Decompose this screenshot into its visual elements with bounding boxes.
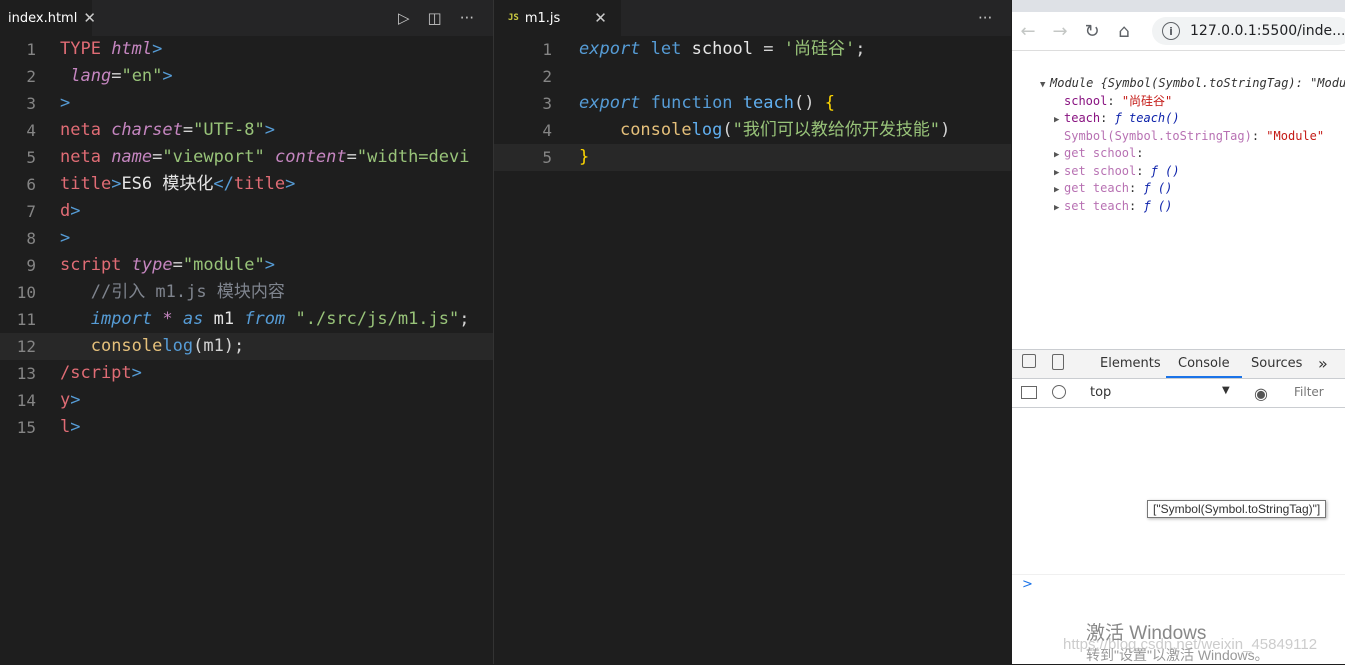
code-line: 3 >	[26, 93, 71, 113]
console-prop[interactable]: ▶ get school:	[1012, 145, 1345, 163]
code-line: 3 export function teach() {	[542, 93, 835, 113]
editor-tab-bar: JS m1.js ✕ ···	[494, 0, 1011, 36]
tab-index-html[interactable]: index.html ✕	[0, 0, 96, 36]
code-line: 9 script type="module">	[26, 255, 275, 275]
code-line: 4 consolelog("我们可以教给你开发技能")	[542, 120, 951, 140]
forward-icon[interactable]: →	[1044, 21, 1076, 42]
context-selector[interactable]: top	[1090, 385, 1111, 400]
code-line: 14 y>	[16, 390, 81, 410]
code-line: 7 d>	[26, 201, 81, 221]
editor-actions: ···	[960, 0, 992, 36]
eye-icon[interactable]: ◉	[1254, 384, 1268, 403]
editor-m1-js[interactable]: JS m1.js ✕ ··· 1 export let school = '尚硅谷…	[494, 0, 1011, 664]
console-prop: Symbol(Symbol.toStringTag): "Module"	[1064, 128, 1325, 143]
code-line: 11 import * as m1 from "./src/js/m1.js";	[16, 309, 470, 329]
back-icon[interactable]: ←	[1012, 21, 1044, 42]
code-line: 1 export let school = '尚硅谷';	[542, 39, 866, 59]
browser-tab-strip[interactable]	[1012, 0, 1345, 12]
close-icon[interactable]: ✕	[83, 9, 96, 27]
code-line: 13/script>	[16, 363, 142, 383]
run-icon[interactable]: ▷	[398, 9, 410, 27]
code-line: 5 neta name="viewport" content="width=dev…	[26, 147, 470, 167]
reload-icon[interactable]: ↻	[1076, 21, 1108, 42]
inspect-element-icon[interactable]	[1022, 354, 1036, 368]
clear-console-icon[interactable]	[1052, 385, 1066, 399]
editor-index-html[interactable]: index.html ✕ ▷ ◫ ··· 1 TYPE html> 2 lang=…	[0, 0, 493, 664]
console-prop: school: "尚硅谷"	[1064, 93, 1173, 108]
tab-console[interactable]: Console	[1166, 350, 1242, 378]
url-text: 127.0.0.1:5500/inde...	[1190, 23, 1345, 39]
console-prop[interactable]: ▶ get teach: ƒ ()	[1012, 180, 1345, 198]
code-line: 5}	[494, 144, 1011, 171]
more-actions-icon[interactable]: ···	[978, 9, 992, 27]
code-line: 2 lang="en">	[26, 66, 173, 86]
code-line-current: 12 consolelog(m1);	[0, 333, 493, 360]
code-area[interactable]: 1 TYPE html> 2 lang="en"> 3 > 4 neta charse…	[0, 36, 493, 441]
tooltip: ["Symbol(Symbol.toStringTag)"]	[1147, 500, 1327, 518]
console-object[interactable]: ▼ Module {Symbol(Symbol.toStringTag): "Mo…	[1012, 75, 1345, 93]
editor-actions: ▷ ◫ ···	[380, 0, 474, 36]
home-icon[interactable]: ⌂	[1108, 21, 1140, 42]
code-line: 15 l>	[16, 417, 81, 437]
activation-watermark-subtitle: 转到"设置"以激活 Windows。	[1086, 647, 1269, 663]
more-tabs-icon[interactable]: »	[1318, 350, 1328, 378]
console-prop[interactable]: ▶ teach: ƒ teach()	[1012, 110, 1345, 128]
js-file-icon: JS	[508, 13, 519, 23]
close-icon[interactable]: ✕	[594, 9, 607, 27]
console-output[interactable]: ▼ Module {Symbol(Symbol.toStringTag): "Mo…	[1012, 75, 1345, 215]
info-icon[interactable]: i	[1162, 22, 1180, 40]
code-line: 10 //引入 m1.js 模块内容	[16, 282, 285, 302]
tab-elements[interactable]: Elements	[1100, 350, 1161, 378]
code-line: 8 >	[26, 228, 71, 248]
console-prompt[interactable]: >	[1012, 574, 1345, 595]
console-prop[interactable]: ▶ set teach: ƒ ()	[1012, 198, 1345, 216]
more-actions-icon[interactable]: ···	[460, 9, 474, 27]
activation-watermark-title: 激活 Windows	[1086, 623, 1207, 644]
tab-sources[interactable]: Sources	[1251, 350, 1302, 378]
sidebar-toggle-icon[interactable]	[1021, 386, 1037, 399]
devtools-tab-bar: Elements Console Sources »	[1012, 350, 1345, 379]
console-toolbar: top ▼ ◉ Filter	[1012, 379, 1345, 408]
code-area[interactable]: 1 export let school = '尚硅谷'; 2 3 export fu…	[494, 36, 1011, 171]
filter-input[interactable]: Filter	[1294, 385, 1324, 399]
tab-label: index.html	[8, 10, 78, 26]
browser-window: ← → ↻ ⌂ i 127.0.0.1:5500/inde... Element…	[1012, 0, 1345, 664]
tab-label: m1.js	[524, 10, 561, 26]
chevron-down-icon[interactable]: ▼	[1222, 385, 1230, 396]
editor-tab-bar: index.html ✕ ▷ ◫ ···	[0, 0, 493, 36]
address-bar[interactable]: i 127.0.0.1:5500/inde...	[1152, 17, 1345, 45]
tab-m1-js[interactable]: JS m1.js ✕	[494, 0, 621, 36]
device-toolbar-icon[interactable]	[1052, 354, 1064, 370]
console-prop[interactable]: ▶ set school: ƒ ()	[1012, 163, 1345, 181]
browser-toolbar: ← → ↻ ⌂ i 127.0.0.1:5500/inde...	[1012, 12, 1345, 51]
code-line: 1 TYPE html>	[26, 39, 163, 59]
code-line: 6 title>ES6 模块化</title>	[26, 174, 296, 194]
split-editor-icon[interactable]: ◫	[428, 9, 442, 27]
code-line: 4 neta charset="UTF-8">	[26, 120, 275, 140]
code-line: 2	[542, 67, 552, 86]
